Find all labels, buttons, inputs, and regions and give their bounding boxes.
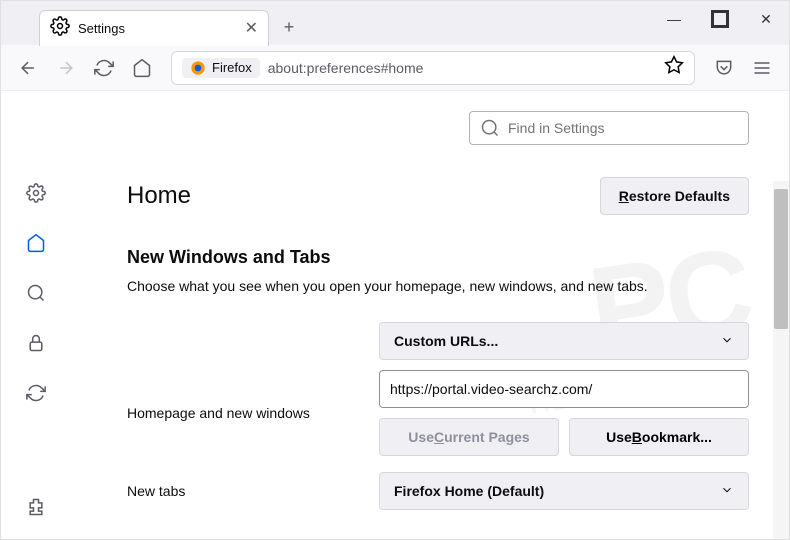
identity-chip: Firefox: [182, 58, 260, 78]
chevron-down-icon: [720, 483, 734, 500]
window-maximize-button[interactable]: [697, 1, 743, 37]
homepage-label: Homepage and new windows: [127, 405, 379, 421]
homepage-url-input[interactable]: https://portal.video-searchz.com/: [379, 370, 749, 408]
section-desc: Choose what you see when you open your h…: [127, 278, 749, 294]
nav-toolbar: Firefox about:preferences#home: [1, 45, 789, 91]
sidebar-sync-icon[interactable]: [24, 381, 48, 405]
tab-close-button[interactable]: ✕: [245, 21, 258, 37]
use-bookmark-button[interactable]: Use Bookmark...: [569, 418, 749, 456]
sidebar-general-icon[interactable]: [24, 181, 48, 205]
sidebar-privacy-icon[interactable]: [24, 331, 48, 355]
page-title: Home: [127, 182, 191, 210]
sidebar-extensions-icon[interactable]: [24, 495, 48, 519]
scrollbar-thumb[interactable]: [774, 189, 788, 329]
homepage-mode-select[interactable]: Custom URLs...: [379, 322, 749, 360]
scrollbar[interactable]: [773, 181, 789, 539]
restore-defaults-button[interactable]: Restore Defaults: [600, 177, 749, 215]
new-tab-button[interactable]: +: [273, 11, 305, 43]
newtabs-select[interactable]: Firefox Home (Default): [379, 472, 749, 510]
reload-button[interactable]: [87, 51, 121, 85]
sidebar-home-icon[interactable]: [24, 231, 48, 255]
use-current-pages-button[interactable]: Use Current Pages: [379, 418, 559, 456]
find-in-settings-input[interactable]: Find in Settings: [469, 111, 749, 145]
section-title: New Windows and Tabs: [127, 247, 749, 268]
sidebar-search-icon[interactable]: [24, 281, 48, 305]
settings-main: Find in Settings Home Restore Defaults N…: [71, 91, 789, 539]
url-text: about:preferences#home: [268, 60, 424, 76]
url-bar[interactable]: Firefox about:preferences#home: [171, 51, 695, 85]
chevron-down-icon: [720, 333, 734, 350]
firefox-icon: [190, 60, 206, 76]
settings-sidebar: [1, 91, 71, 539]
back-button[interactable]: [11, 51, 45, 85]
window-minimize-button[interactable]: —: [651, 1, 697, 37]
pocket-button[interactable]: [707, 51, 741, 85]
newtabs-label: New tabs: [127, 483, 379, 499]
app-menu-button[interactable]: [745, 51, 779, 85]
search-icon: [480, 118, 500, 138]
tab-label: Settings: [78, 21, 237, 36]
forward-button[interactable]: [49, 51, 83, 85]
gear-icon: [50, 16, 70, 41]
home-button[interactable]: [125, 51, 159, 85]
tab-settings[interactable]: Settings ✕: [39, 10, 269, 46]
window-close-button[interactable]: ✕: [743, 1, 789, 37]
star-icon[interactable]: [664, 55, 684, 80]
